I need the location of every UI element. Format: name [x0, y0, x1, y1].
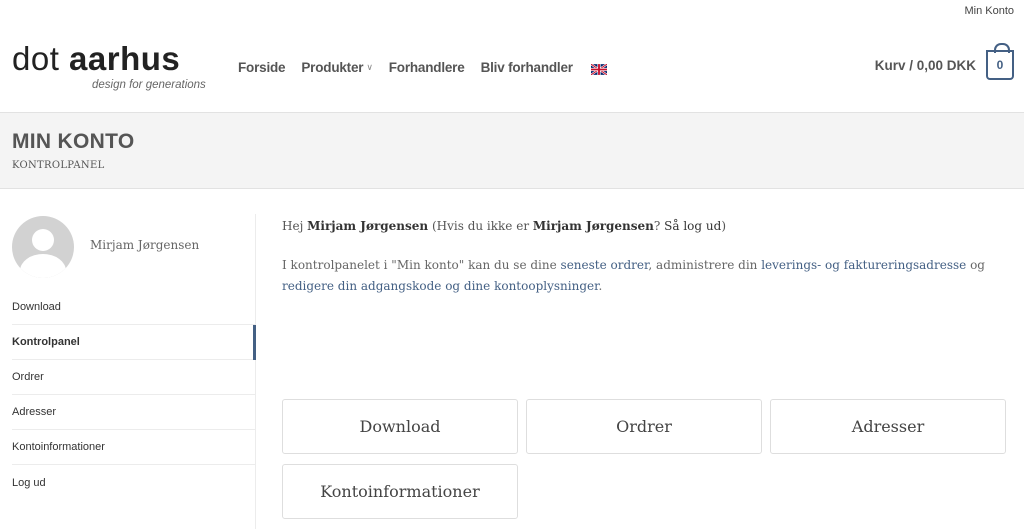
tile-adresser[interactable]: Adresser: [770, 399, 1006, 454]
avatar-icon: [12, 216, 74, 278]
top-bar: Min Konto: [0, 0, 1024, 24]
nav-forhandlere[interactable]: Forhandlere: [389, 60, 465, 75]
logo-light: dot: [12, 40, 70, 77]
nav-bliv-forhandler[interactable]: Bliv forhandler: [481, 60, 573, 75]
sidebar-item-kontrolpanel[interactable]: Kontrolpanel: [12, 325, 256, 360]
dashboard-tiles: Download Ordrer Adresser Kontoinformatio…: [282, 297, 1012, 519]
greeting: Hej Mirjam Jørgensen (Hvis du ikke er Mi…: [282, 214, 1012, 238]
nav-produkter[interactable]: Produkter ∨: [301, 60, 373, 75]
greeting-question: ?: [653, 219, 665, 233]
nav-forside-label: Forside: [238, 60, 286, 75]
greeting-name: Mirjam Jørgensen: [307, 219, 429, 233]
greeting-name-2: Mirjam Jørgensen: [532, 219, 654, 233]
cart-bag-icon[interactable]: 0: [986, 43, 1014, 80]
account-nav: Download Kontrolpanel Ordrer Adresser Ko…: [12, 290, 256, 500]
account-sidebar: Mirjam Jørgensen Download Kontrolpanel O…: [12, 214, 256, 529]
sidebar-item-ordrer[interactable]: Ordrer: [12, 360, 255, 395]
intro-text-2: , administrere din: [648, 258, 762, 272]
tile-kontoinformationer[interactable]: Kontoinformationer: [282, 464, 518, 519]
logout-link[interactable]: Så log ud: [664, 219, 721, 233]
addresses-link[interactable]: leverings- og faktureringsadresse: [761, 258, 966, 272]
uk-flag-icon[interactable]: [590, 62, 608, 76]
nav-forside[interactable]: Forside: [238, 60, 286, 75]
page-subtitle: KONTROLPANEL: [12, 160, 105, 171]
my-account-link[interactable]: Min Konto: [964, 5, 1014, 17]
account-details-link[interactable]: redigere din adgangskode og dine kontoop…: [282, 279, 599, 293]
page-title: MIN KONTO: [12, 130, 135, 153]
header: dot aarhus design for generations Forsid…: [0, 24, 1024, 112]
greeting-hello: Hej: [282, 219, 308, 233]
chevron-down-icon: ∨: [366, 62, 373, 72]
intro-text-1: I kontrolpanelet i "Min konto" kan du se…: [282, 258, 561, 272]
greeting-text: (Hvis du ikke er: [428, 219, 533, 233]
tile-download[interactable]: Download: [282, 399, 518, 454]
dashboard-content: Hej Mirjam Jørgensen (Hvis du ikke er Mi…: [282, 214, 1012, 519]
sidebar-item-download[interactable]: Download: [12, 290, 255, 325]
user-name: Mirjam Jørgensen: [90, 238, 200, 252]
user-info: Mirjam Jørgensen: [12, 214, 255, 290]
nav-produkter-label: Produkter: [301, 60, 364, 75]
intro-text-4: .: [598, 279, 603, 293]
greeting-close: ): [721, 219, 727, 233]
logo-tagline: design for generations: [92, 79, 206, 91]
dashboard-intro: I kontrolpanelet i "Min konto" kan du se…: [282, 255, 1012, 297]
page-title-bar: MIN KONTO KONTROLPANEL: [0, 112, 1024, 189]
tile-ordrer[interactable]: Ordrer: [526, 399, 762, 454]
intro-text-3: og: [966, 258, 985, 272]
nav-bliv-forhandler-label: Bliv forhandler: [480, 60, 573, 75]
cart-label: Kurv / 0,00 DKK: [874, 57, 976, 73]
main-nav: Forside Produkter ∨ Forhandlere Bliv for…: [238, 60, 608, 76]
sidebar-item-kontoinformationer[interactable]: Kontoinformationer: [12, 430, 255, 465]
logo[interactable]: dot aarhus design for generations: [12, 42, 206, 92]
cart[interactable]: Kurv / 0,00 DKK 0: [874, 43, 1014, 80]
sidebar-item-log-ud[interactable]: Log ud: [12, 465, 255, 500]
logo-bold: aarhus: [69, 40, 181, 77]
logo-wordmark: dot aarhus: [12, 42, 180, 76]
nav-forhandlere-label: Forhandlere: [388, 60, 465, 75]
recent-orders-link[interactable]: seneste ordrer: [561, 258, 649, 272]
sidebar-item-adresser[interactable]: Adresser: [12, 395, 255, 430]
cart-count: 0: [996, 58, 1004, 72]
